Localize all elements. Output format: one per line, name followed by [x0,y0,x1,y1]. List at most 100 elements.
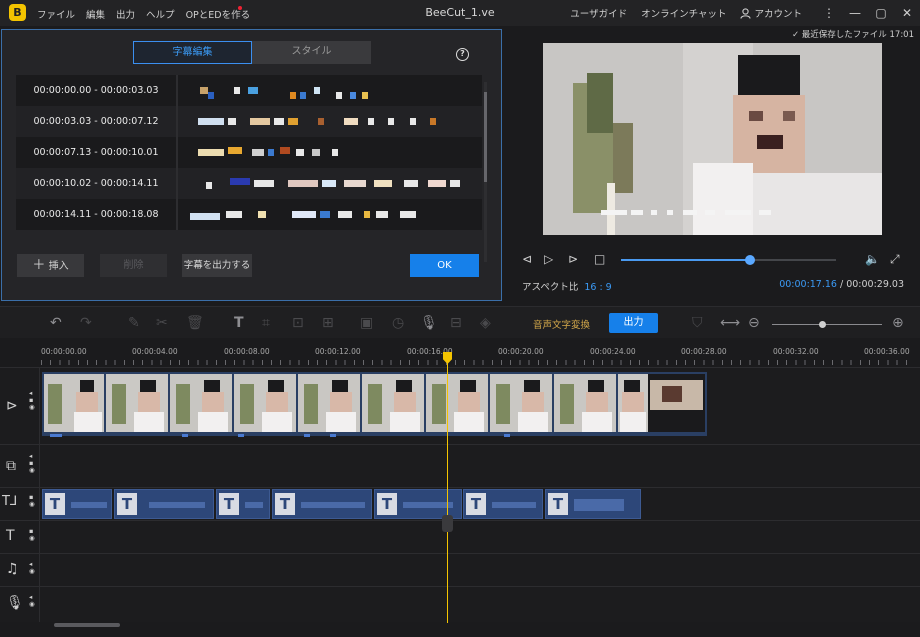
subtitle-text-censored[interactable] [178,168,482,199]
next-frame-icon[interactable]: ⊳ [568,252,578,266]
account-label: アカウント [754,9,802,20]
menu-help[interactable]: ヘルプ [146,7,175,21]
microphone-track-icon: 🎙 [6,595,24,611]
export-button[interactable]: 出力 [609,313,658,333]
subtitle-clip[interactable]: T [272,489,372,519]
text-icon[interactable]: T [234,315,244,331]
subtitle-row[interactable]: 00:00:00.00 - 00:00:03.03 [16,75,482,106]
account-button[interactable]: アカウント [740,6,802,20]
green-screen-icon[interactable]: ⊟ [450,315,462,331]
microphone-icon[interactable]: 🎙 [420,315,438,331]
subtitle-clip[interactable]: T [42,489,112,519]
crop-icon[interactable]: ⌗ [262,315,270,331]
music-note-icon: ♫ [6,561,19,577]
trash-icon[interactable]: 🗑 [186,315,204,331]
aspect-label: アスペクト比 [522,282,579,293]
subtitle-clip[interactable]: T [216,489,270,519]
maximize-icon[interactable]: ▢ [868,6,894,20]
menu-op-ed-label: OPとEDを作る [185,10,251,21]
menu-file[interactable]: ファイル [37,7,75,21]
redo-icon[interactable]: ↷ [80,315,92,331]
subtitle-row[interactable]: 00:00:03.03 - 00:00:07.12 [16,106,482,137]
user-icon [740,7,752,19]
tab-subtitle-edit[interactable]: 字幕編集 [133,41,252,64]
subtitle-text-censored[interactable] [178,137,482,168]
subtitle-clip[interactable]: T [463,489,543,519]
undo-icon[interactable]: ↶ [50,315,62,331]
menu-op-ed[interactable]: OPとEDを作る [185,6,262,21]
title-bar: B ファイル 編集 出力 ヘルプ OPとEDを作る BeeCut_1.ve ユー… [0,0,920,26]
speed-icon[interactable]: ◷ [392,315,404,331]
playhead-drag-handle[interactable] [442,515,453,532]
track-controls-icon[interactable]: ◂ ◉ [29,561,35,575]
online-chat-link[interactable]: オンラインチャット [641,6,726,20]
text-track-icon: T [6,528,15,544]
export-subtitles-button[interactable]: 字幕を出力する [182,254,252,277]
ruler-label: 00:00:36.00 [864,347,910,356]
subtitle-row[interactable]: 00:00:10.02 - 00:00:14.11 [16,168,482,199]
volume-icon[interactable]: 🔈 [865,252,880,266]
app-logo: B [9,4,26,21]
track-controls-icon[interactable]: ◂ ▪ ◉ [29,390,35,411]
ruler-label: 00:00:24.00 [590,347,636,356]
current-time: 00:00:17.16 [779,279,837,290]
track-controls-icon[interactable]: ▪ ◉ [29,494,35,508]
track-controls-icon[interactable]: ◂ ▪ ◉ [29,453,35,474]
subtitle-clip[interactable]: T [114,489,214,519]
plus-icon: ＋ [32,258,46,273]
menu-export[interactable]: 出力 [116,7,135,21]
user-guide-link[interactable]: ユーザガイド [570,6,627,20]
track-controls-icon[interactable]: ▪ ◉ [29,528,35,542]
subtitle-track-icon: T⅃ [2,494,18,509]
aspect-value-select[interactable]: 16 : 9 [584,282,611,293]
mosaic-icon[interactable]: ⊞ [322,315,334,331]
zoom-out-icon[interactable]: ⊖ [748,315,760,331]
delete-button[interactable]: 削除 [100,254,167,277]
timeline-ruler[interactable]: 00:00:00.00 00:00:04.00 00:00:08.00 00:0… [0,340,920,367]
zoom-in-icon[interactable]: ⊕ [892,315,904,331]
subtitle-scrollbar[interactable] [484,82,487,262]
fill-icon[interactable]: ◈ [480,315,491,331]
subtitle-clip[interactable]: T [545,489,641,519]
tab-style[interactable]: スタイル [252,41,371,64]
frame-icon[interactable]: ▣ [360,315,373,331]
text-track: T ▪ ◉ [0,520,920,553]
marker-icon[interactable]: ⛉ [692,315,703,331]
ruler-label: 00:00:12.00 [315,347,361,356]
speech-to-text-button[interactable]: 音声文字変換 [533,317,590,331]
subtitle-text-censored[interactable] [178,75,482,106]
playhead-line[interactable] [447,355,448,623]
subtitle-text-censored[interactable] [178,106,482,137]
ok-button[interactable]: OK [410,254,479,277]
video-track: ⊳ ◂ ▪ ◉ [0,367,920,444]
seek-slider[interactable] [621,255,836,265]
playback-controls: ⊲ ▷ ⊳ □ 🔈 ⤢ [520,252,910,268]
scissors-icon[interactable]: ✂ [156,315,168,331]
ruler-label: 00:00:32.00 [773,347,819,356]
track-controls-icon[interactable]: ◂ ◉ [29,594,35,608]
previous-frame-icon[interactable]: ⊲ [522,252,532,266]
timeline-toolbar: ↶ ↷ ✎ ✂ 🗑 T ⌗ ⊡ ⊞ ▣ ◷ 🎙 ⊟ ◈ 音声文字変換 出力 ⛉ … [0,306,920,338]
picture-in-picture-icon: ⧉ [6,458,16,474]
subtitle-text-censored[interactable] [178,199,482,230]
ruler-label: 00:00:20.00 [498,347,544,356]
stop-icon[interactable]: □ [594,252,605,266]
fullscreen-icon[interactable]: ⤢ [890,252,900,267]
pencil-icon[interactable]: ✎ [128,315,140,331]
help-icon[interactable]: ? [456,48,469,61]
close-icon[interactable]: ✕ [894,6,920,20]
menu-edit[interactable]: 編集 [86,7,105,21]
subtitle-row[interactable]: 00:00:07.13 - 00:00:10.01 [16,137,482,168]
fit-timeline-icon[interactable]: ⟷ [720,315,740,331]
minimize-icon[interactable]: — [842,6,868,20]
text-clip-icon: T [275,493,295,515]
zoom-slider[interactable] [772,321,882,328]
subtitle-row[interactable]: 00:00:14.11 - 00:00:18.08 [16,199,482,230]
more-icon[interactable]: ⋮ [816,6,842,20]
play-icon[interactable]: ▷ [544,252,553,266]
insert-button[interactable]: ＋ 挿入 [17,254,84,277]
resize-icon[interactable]: ⊡ [292,315,304,331]
timeline-scrollbar[interactable] [46,622,908,628]
video-clip[interactable] [42,372,707,437]
ruler-label: 00:00:28.00 [681,347,727,356]
